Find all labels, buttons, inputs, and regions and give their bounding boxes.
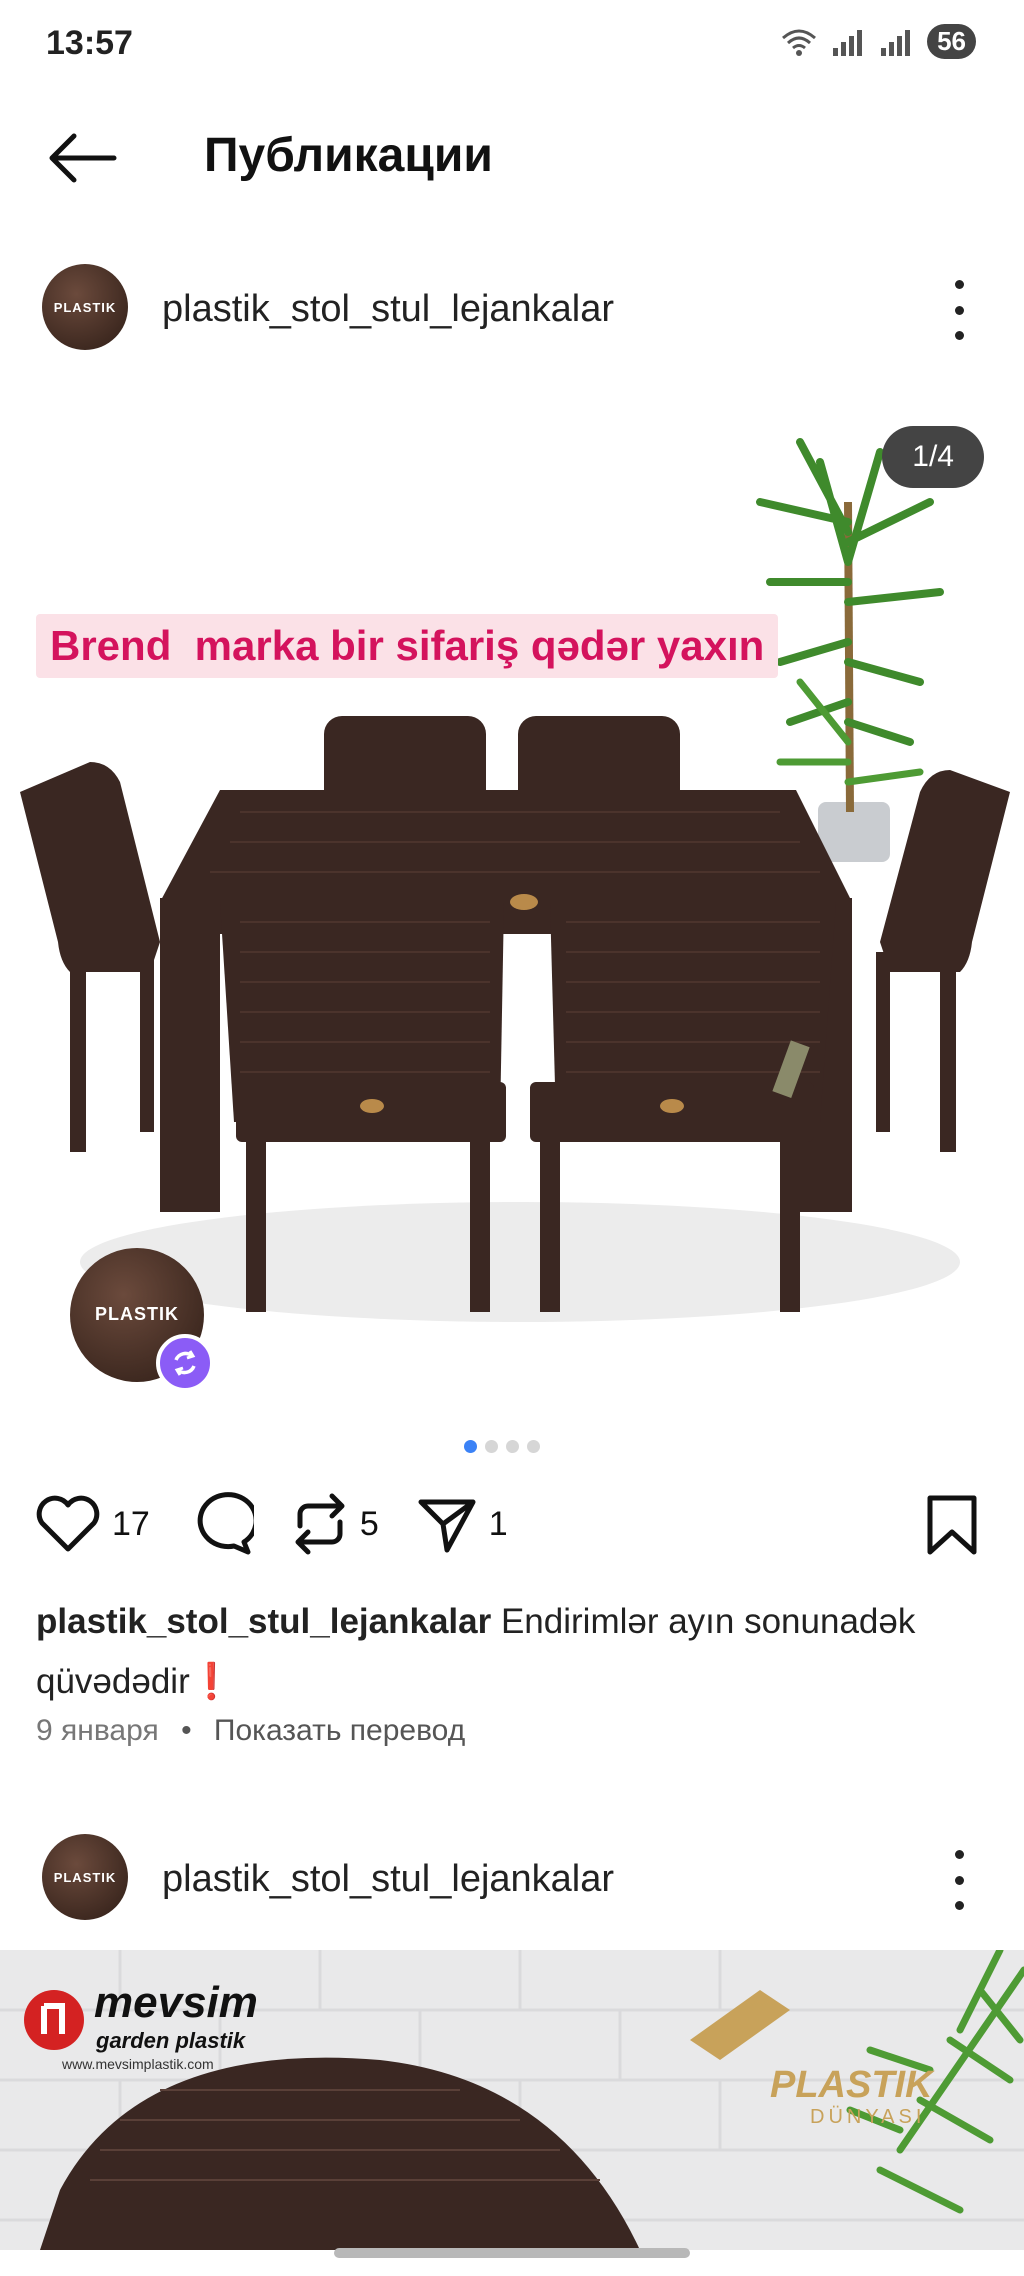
- logo-text: PLASTIK: [770, 2064, 933, 2106]
- page-title: Публикации: [204, 129, 493, 182]
- battery-indicator: 56: [927, 24, 976, 59]
- repost-icon: [174, 1350, 196, 1376]
- avatar-logo-text: PLASTIK: [53, 300, 117, 315]
- comment-button[interactable]: [186, 1492, 254, 1556]
- dot: [954, 1901, 964, 1910]
- save-button[interactable]: [924, 1494, 980, 1561]
- repost-count: 5: [359, 1504, 379, 1543]
- avatar[interactable]: PLASTIK: [42, 1834, 128, 1920]
- send-icon: [418, 1499, 476, 1553]
- heart-icon: [36, 1495, 100, 1552]
- brand-name: mevsim: [94, 1978, 258, 2027]
- promo-banner: Brend marka bir sifariş qədər yaxın: [36, 614, 779, 678]
- dot: [954, 305, 964, 315]
- post-username[interactable]: plastik_stol_stul_lejankalar: [162, 288, 614, 331]
- carousel-dot: [485, 1440, 498, 1453]
- repost-button[interactable]: 5: [290, 1492, 379, 1556]
- share-button[interactable]: 1: [415, 1492, 508, 1556]
- dot: [954, 1875, 964, 1885]
- carousel-indicator: [464, 1440, 540, 1453]
- more-options-button[interactable]: [944, 1850, 974, 1910]
- signal-icon-2: [881, 29, 911, 56]
- show-translation-link[interactable]: Показать перевод: [214, 1714, 465, 1747]
- arrow-left-icon: [49, 133, 117, 183]
- dot: [954, 331, 964, 340]
- status-icons: 56: [781, 24, 976, 59]
- dot: [954, 1850, 964, 1859]
- post-username[interactable]: plastik_stol_stul_lejankalar: [162, 1858, 614, 1901]
- carousel-dot: [506, 1440, 519, 1453]
- like-count: 17: [112, 1504, 150, 1543]
- status-time: 13:57: [46, 24, 133, 62]
- media-counter: 1/4: [882, 426, 984, 488]
- carousel-dot: [527, 1440, 540, 1453]
- dot: [954, 280, 964, 289]
- avatar-logo-text: PLASTIK: [53, 1870, 117, 1885]
- post-caption: plastik_stol_stul_lejankalar Endirimlər …: [36, 1592, 986, 1712]
- post-media[interactable]: mevsim garden plastik www.mevsimplastik.…: [0, 1950, 1024, 2250]
- bookmark-icon: [927, 1495, 977, 1555]
- post-date: 9 января: [36, 1714, 159, 1747]
- post-actions: 17 5 1: [34, 1492, 544, 1556]
- brand-url: www.mevsimplastik.com: [62, 2056, 214, 2072]
- brand-subtitle: garden plastik: [96, 2028, 246, 2053]
- signal-icon: [833, 29, 863, 56]
- home-indicator[interactable]: [334, 2248, 690, 2258]
- watermark-text: PLASTIK: [94, 1304, 179, 1324]
- like-button[interactable]: 17: [34, 1493, 150, 1555]
- post-meta: 9 января • Показать перевод: [36, 1714, 465, 1748]
- share-count: 1: [488, 1504, 508, 1543]
- wifi-icon: [782, 29, 817, 56]
- avatar[interactable]: PLASTIK: [42, 264, 128, 350]
- caption-username[interactable]: plastik_stol_stul_lejankalar: [36, 1602, 491, 1641]
- carousel-dot-active: [464, 1440, 477, 1453]
- repost-icon: [295, 1493, 345, 1555]
- comment-icon: [197, 1492, 254, 1555]
- more-options-button[interactable]: [944, 280, 974, 340]
- back-button[interactable]: [44, 128, 120, 188]
- meta-separator: •: [181, 1714, 192, 1747]
- logo-subtitle: DÜNYASI: [810, 2106, 926, 2128]
- repost-badge: [156, 1334, 214, 1392]
